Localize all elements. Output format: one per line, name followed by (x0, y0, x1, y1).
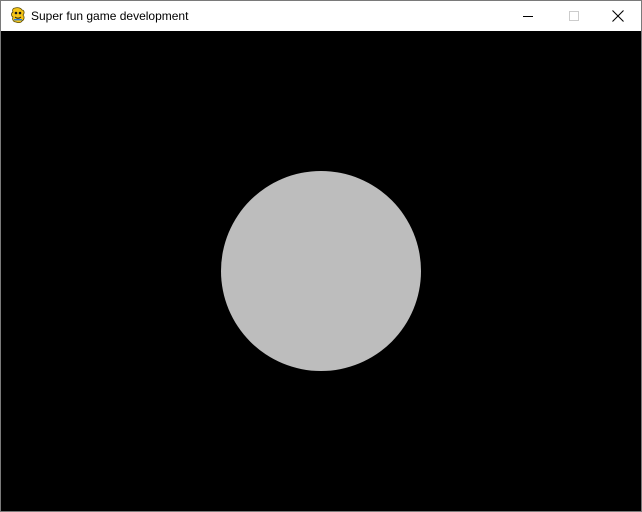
game-canvas[interactable] (1, 31, 641, 511)
game-window: Super fun game development (0, 0, 642, 512)
maximize-button[interactable] (551, 1, 597, 31)
maximize-icon (569, 11, 579, 21)
game-circle (221, 171, 421, 371)
title-bar[interactable]: Super fun game development (1, 1, 641, 31)
minimize-button[interactable] (505, 1, 551, 31)
close-icon (612, 10, 624, 22)
close-button[interactable] (595, 1, 641, 31)
window-title: Super fun game development (31, 9, 189, 23)
pygame-snake-icon (10, 7, 26, 24)
minimize-icon (523, 11, 533, 21)
